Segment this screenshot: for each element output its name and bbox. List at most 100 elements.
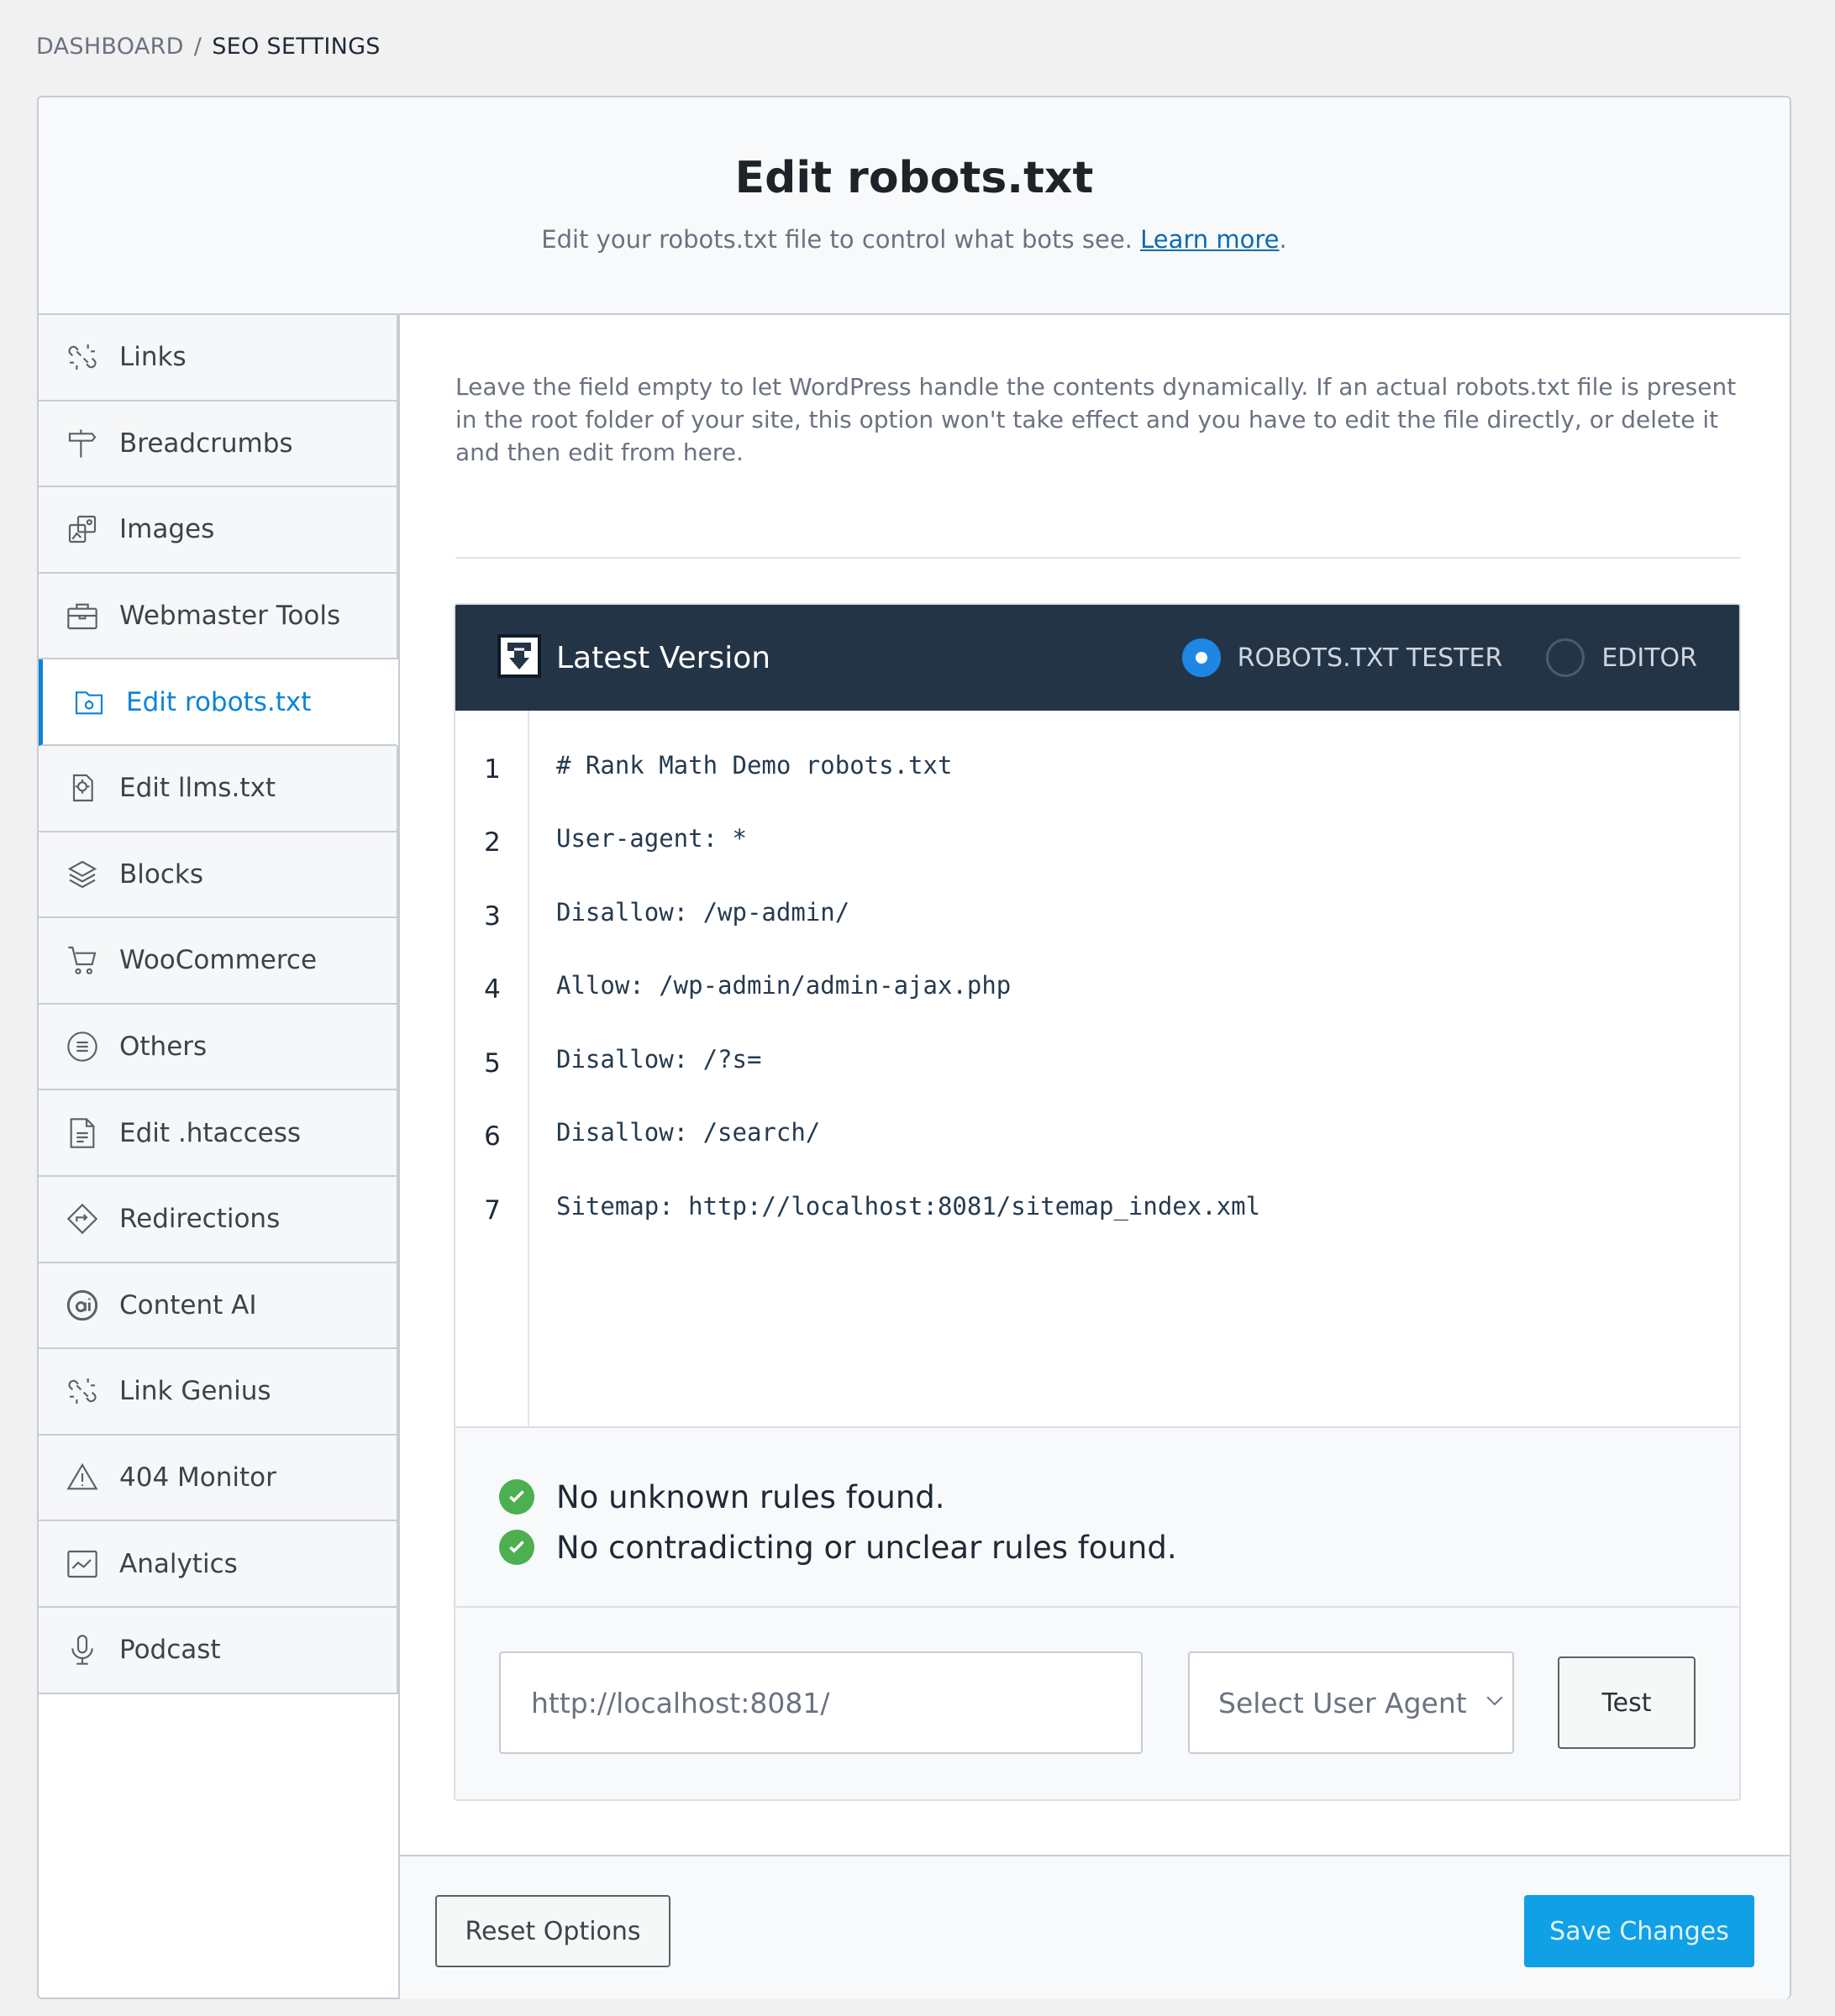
sidebar-item-label: Link Genius <box>119 1376 271 1407</box>
sidebar-item-404-monitor[interactable]: 404 Monitor <box>39 1435 397 1522</box>
line-number: 1 <box>484 754 501 785</box>
sidebar-item-label: Blocks <box>119 858 203 890</box>
sidebar-item-edit-htaccess[interactable]: Edit .htaccess <box>39 1090 397 1177</box>
robots-logo-icon <box>497 634 541 681</box>
sidebar-item-edit-robots[interactable]: Edit robots.txt <box>39 659 398 746</box>
sidebar-item-label: Others <box>119 1032 208 1063</box>
robots-editor: Latest Version ROBOTS.TXT TESTER EDITOR … <box>454 603 1741 1801</box>
check-unknown-rules: No unknown rules found. <box>499 1472 1739 1522</box>
code-area[interactable]: 1 # Rank Math Demo robots.txt 2 User-age… <box>455 711 1739 1428</box>
robots-file-icon <box>71 684 108 721</box>
sidebar-item-label: WooCommerce <box>119 945 318 976</box>
checkmark-icon <box>499 1530 534 1565</box>
sidebar-item-images[interactable]: Images <box>39 487 397 574</box>
code-line: Sitemap: http://localhost:8081/sitemap_i… <box>556 1192 1261 1221</box>
sidebar-item-webmaster-tools[interactable]: Webmaster Tools <box>39 573 397 660</box>
line-number: 3 <box>484 901 501 932</box>
breadcrumb: DASHBOARD / SEO SETTINGS <box>36 34 381 60</box>
document-icon <box>64 1115 101 1152</box>
sidebar-item-label: Edit .htaccess <box>119 1117 302 1148</box>
sidebar-item-podcast[interactable]: Podcast <box>39 1607 397 1694</box>
sidebar-item-label: Images <box>119 514 215 545</box>
section-divider <box>455 557 1741 559</box>
line-number: 5 <box>484 1048 501 1079</box>
check-text: No unknown rules found. <box>556 1478 945 1515</box>
code-line: Disallow: /?s= <box>556 1045 762 1074</box>
breadcrumb-dashboard[interactable]: DASHBOARD <box>36 34 184 60</box>
sidebar-item-label: Analytics <box>119 1548 238 1579</box>
content-ai-icon <box>64 1287 101 1324</box>
radio-selected-icon <box>1181 638 1221 677</box>
links-icon <box>64 339 101 375</box>
sidebar-item-label: Edit robots.txt <box>126 686 312 717</box>
subtitle-period: . <box>1279 225 1287 254</box>
warning-icon <box>64 1459 101 1496</box>
llms-icon <box>64 769 101 806</box>
breadcrumb-separator: / <box>193 34 202 60</box>
radio-empty-icon <box>1546 638 1585 677</box>
main-content: Leave the field empty to let WordPress h… <box>398 315 1790 1855</box>
toolbox-icon <box>64 597 101 634</box>
tester-row: Select User Agent Test <box>455 1608 1739 1799</box>
sidebar-item-woocommerce[interactable]: WooCommerce <box>39 918 397 1005</box>
reset-options-button[interactable]: Reset Options <box>435 1895 670 1967</box>
page-footer: Reset Options Save Changes <box>398 1855 1790 1999</box>
code-line: User-agent: * <box>556 824 747 853</box>
code-line: Allow: /wp-admin/admin-ajax.php <box>556 971 1012 1000</box>
test-button[interactable]: Test <box>1558 1656 1696 1749</box>
check-text: No contradicting or unclear rules found. <box>556 1529 1177 1566</box>
code-line: # Rank Math Demo robots.txt <box>556 751 953 780</box>
sidebar-item-redirections[interactable]: Redirections <box>39 1176 397 1263</box>
page-title: Edit robots.txt <box>734 153 1094 203</box>
breadcrumb-current: SEO SETTINGS <box>212 34 381 60</box>
sidebar-item-label: 404 Monitor <box>119 1462 276 1494</box>
chevron-down-icon <box>1482 1687 1507 1719</box>
user-agent-placeholder: Select User Agent <box>1218 1686 1467 1719</box>
learn-more-link[interactable]: Learn more <box>1140 225 1279 254</box>
line-number: 6 <box>484 1121 501 1152</box>
cart-icon <box>64 942 101 979</box>
subtitle-text: Edit your robots.txt file to control wha… <box>541 225 1133 254</box>
mode-tester-label: ROBOTS.TXT TESTER <box>1237 643 1503 673</box>
line-number: 2 <box>484 827 501 858</box>
mode-editor-label: EDITOR <box>1601 643 1697 673</box>
page-subtitle: Edit your robots.txt file to control wha… <box>39 225 1790 254</box>
sidebar-item-label: Content AI <box>119 1289 257 1320</box>
mode-editor-radio[interactable]: EDITOR <box>1546 638 1697 677</box>
settings-panel: Edit robots.txt Edit your robots.txt fil… <box>37 96 1791 1999</box>
mode-tester-radio[interactable]: ROBOTS.TXT TESTER <box>1181 638 1503 677</box>
sidebar-item-label: Breadcrumbs <box>119 428 293 459</box>
settings-sidebar: Links Breadcrumbs Images Webmaster Tools… <box>39 315 398 1694</box>
sidebar-item-label: Links <box>119 342 187 373</box>
sidebar-item-blocks[interactable]: Blocks <box>39 832 397 919</box>
user-agent-select[interactable]: Select User Agent <box>1188 1651 1514 1754</box>
check-contradicting-rules: No contradicting or unclear rules found. <box>499 1522 1739 1572</box>
microphone-icon <box>64 1631 101 1668</box>
line-number: 7 <box>484 1195 501 1226</box>
validation-results: No unknown rules found. No contradicting… <box>455 1428 1739 1608</box>
sidebar-item-links[interactable]: Links <box>39 315 397 402</box>
signpost-icon <box>64 425 101 462</box>
robots-description: Leave the field empty to let WordPress h… <box>455 373 1737 466</box>
sidebar-item-label: Podcast <box>119 1635 221 1666</box>
page-header: Edit robots.txt Edit your robots.txt fil… <box>39 97 1790 315</box>
checkmark-icon <box>499 1479 534 1515</box>
sidebar-item-link-genius[interactable]: Link Genius <box>39 1349 397 1436</box>
editor-toolbar: Latest Version ROBOTS.TXT TESTER EDITOR <box>455 605 1739 711</box>
list-circle-icon <box>64 1028 101 1065</box>
sidebar-item-others[interactable]: Others <box>39 1004 397 1091</box>
redirect-icon <box>64 1200 101 1237</box>
images-icon <box>64 511 101 548</box>
sidebar-item-analytics[interactable]: Analytics <box>39 1521 397 1608</box>
sidebar-item-label: Webmaster Tools <box>119 601 341 632</box>
editor-title: Latest Version <box>556 640 771 675</box>
code-line: Disallow: /wp-admin/ <box>556 898 850 927</box>
test-url-input[interactable] <box>499 1651 1143 1754</box>
sidebar-item-content-ai[interactable]: Content AI <box>39 1263 397 1350</box>
sidebar-item-breadcrumbs[interactable]: Breadcrumbs <box>39 401 397 488</box>
sidebar-item-label: Redirections <box>119 1204 281 1235</box>
code-line: Disallow: /search/ <box>556 1118 821 1147</box>
sidebar-item-edit-llms[interactable]: Edit llms.txt <box>39 745 397 832</box>
blocks-icon <box>64 856 101 893</box>
save-changes-button[interactable]: Save Changes <box>1524 1895 1754 1967</box>
